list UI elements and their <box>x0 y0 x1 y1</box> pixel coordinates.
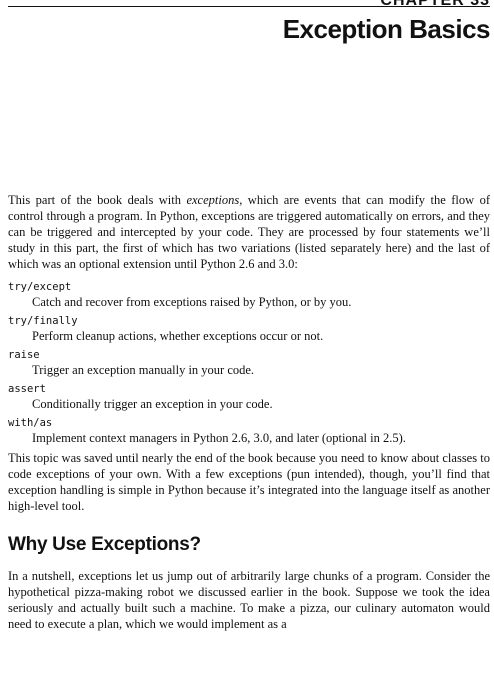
statement-term: try/finally <box>8 315 78 327</box>
statement-list: try/except Catch and recover from except… <box>8 280 490 446</box>
intro-emphasis: exceptions <box>186 193 240 207</box>
classes-paragraph: This topic was saved until nearly the en… <box>8 451 490 513</box>
statement-term: with/as <box>8 417 53 429</box>
statement-item: try/finally Perform cleanup actions, whe… <box>8 314 490 344</box>
statement-description: Trigger an exception manually in your co… <box>32 363 255 377</box>
section-heading: Why Use Exceptions? <box>8 534 201 555</box>
statement-description: Conditionally trigger an exception in yo… <box>32 397 273 411</box>
chapter-title: Exception Basics <box>282 14 491 44</box>
statement-term: raise <box>8 349 40 361</box>
chapter-label: CHAPTER 33 <box>380 0 490 9</box>
statement-term: try/except <box>8 281 72 293</box>
intro-paragraph: This part of the book deals with excepti… <box>8 192 490 272</box>
book-page: CHAPTER 33 Exception Basics This part of… <box>8 0 491 675</box>
section-paragraph: In a nutshell, exceptions let us jump ou… <box>8 569 490 631</box>
intro-text-start: This part of the book deals with <box>8 193 187 207</box>
chapter-body: This part of the book deals with excepti… <box>8 192 490 632</box>
statement-item: raise Trigger an exception manually in y… <box>8 348 490 378</box>
statement-description: Implement context managers in Python 2.6… <box>32 431 406 445</box>
statement-description: Catch and recover from exceptions raised… <box>32 295 352 309</box>
statement-item: assert Conditionally trigger an exceptio… <box>8 382 490 412</box>
statement-item: try/except Catch and recover from except… <box>8 280 490 310</box>
statement-description: Perform cleanup actions, whether excepti… <box>32 329 324 343</box>
statement-item: with/as Implement context managers in Py… <box>8 416 490 446</box>
statement-term: assert <box>8 383 46 395</box>
chapter-rule <box>8 6 490 7</box>
